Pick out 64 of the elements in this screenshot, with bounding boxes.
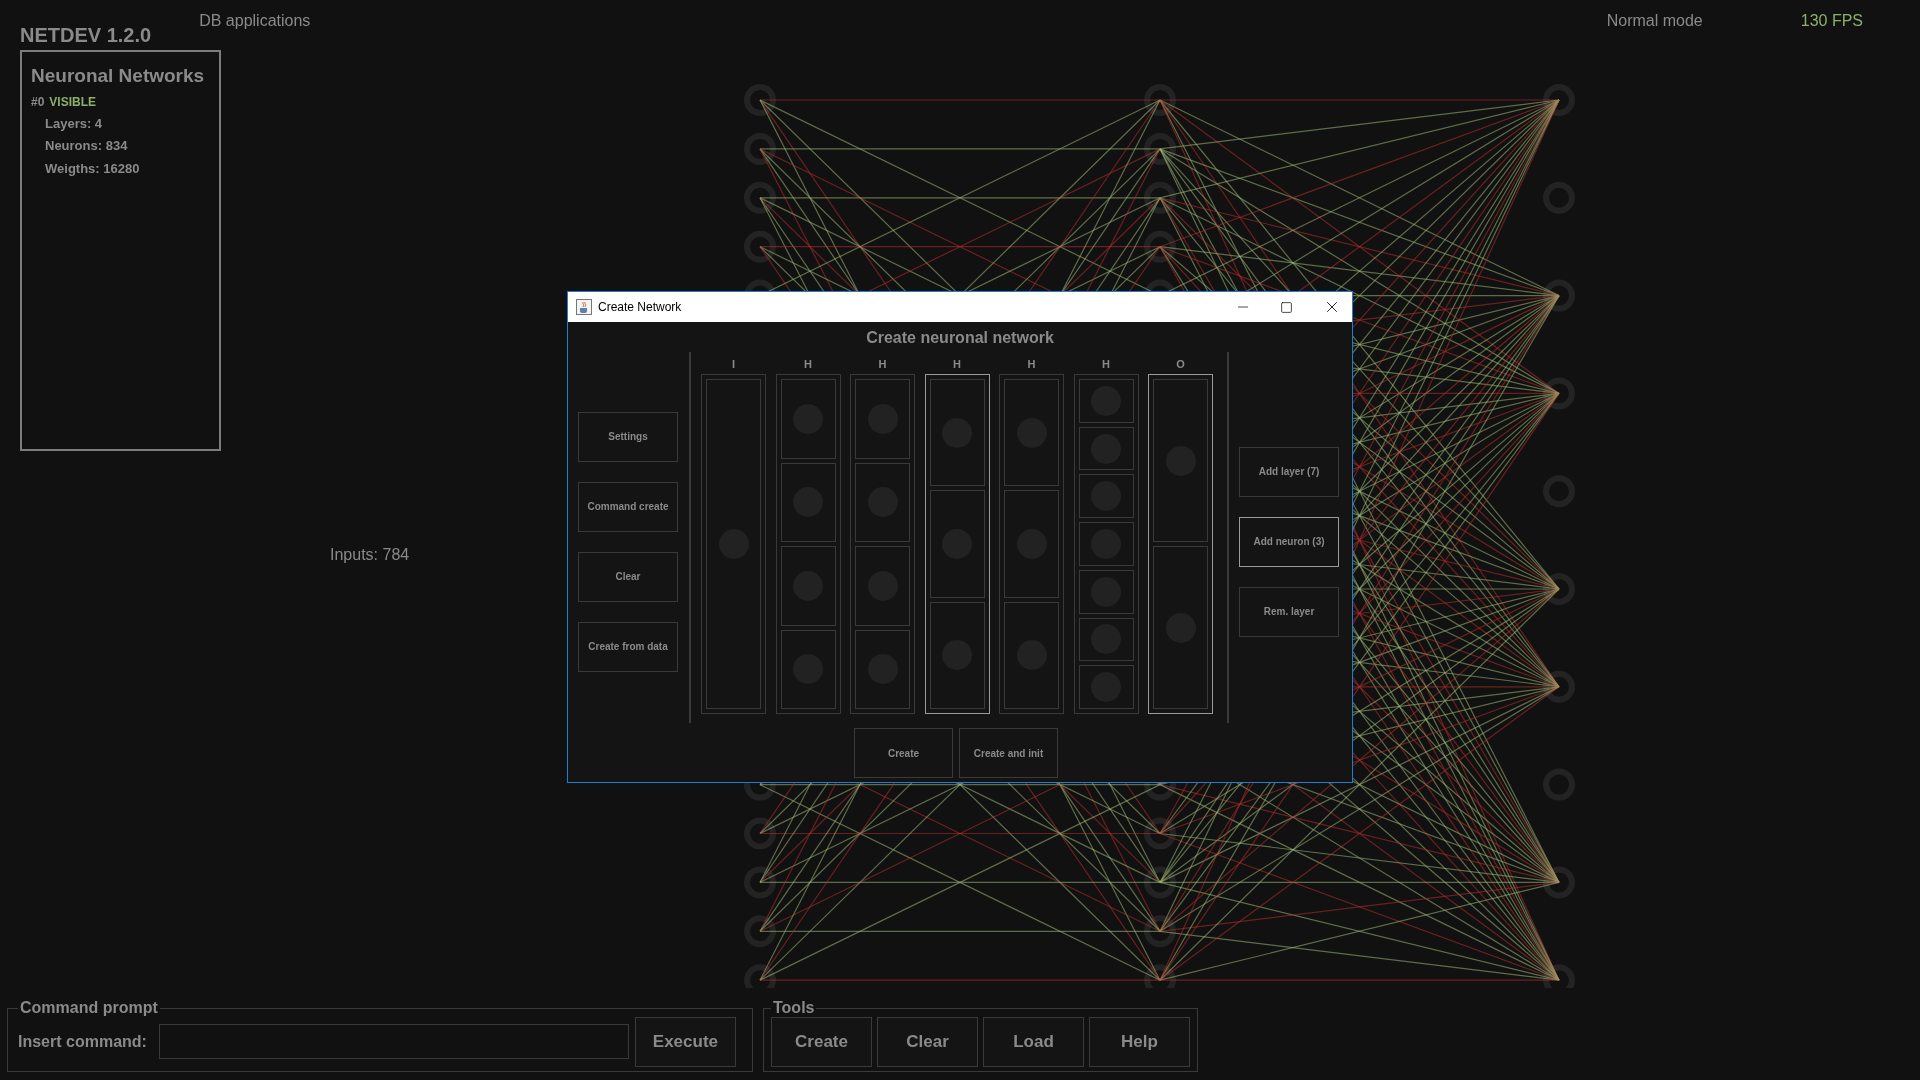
neuron-cell[interactable] <box>1153 546 1208 709</box>
dialog-button[interactable]: Rem. layer <box>1239 586 1339 637</box>
layer-column[interactable] <box>924 374 990 714</box>
neuron-cell[interactable] <box>1004 490 1059 598</box>
panel-title: Neuronal Networks <box>31 64 206 88</box>
dialog-button[interactable]: Create and init <box>959 728 1058 778</box>
neuron-cell[interactable] <box>929 601 985 709</box>
neuron-cell[interactable] <box>1078 426 1134 471</box>
dialog-button[interactable]: Settings <box>578 411 678 462</box>
layer-label: H <box>1027 357 1036 372</box>
menu-link[interactable]: DB applications <box>199 9 311 33</box>
layer-label: H <box>1102 357 1110 372</box>
layer-label: H <box>804 357 812 372</box>
layer-label: O <box>1176 357 1185 372</box>
neuron-cell[interactable] <box>855 379 910 459</box>
mode-label: Normal mode <box>1606 11 1703 31</box>
neuron-cell[interactable] <box>1078 379 1134 423</box>
tool-button[interactable]: Load <box>983 1016 1084 1067</box>
neuron-cell[interactable] <box>780 379 836 459</box>
tool-button[interactable]: Help <box>1089 1016 1190 1067</box>
neuron-cell[interactable] <box>1078 474 1134 519</box>
neuron-cell[interactable] <box>1078 665 1134 710</box>
neuron-cell[interactable] <box>1078 617 1134 662</box>
network-stat: Layers: 4 <box>45 114 104 133</box>
neuron-cell[interactable] <box>780 546 836 626</box>
neuron-cell[interactable] <box>780 629 836 709</box>
dialog-button[interactable]: Add neuron (3) <box>1239 516 1339 567</box>
dialog-button[interactable]: Create from data <box>578 621 678 672</box>
inputs-label: Inputs: 784 <box>330 545 410 565</box>
dialog-heading: Create neuronal network <box>866 328 1054 348</box>
tool-button[interactable]: Clear <box>877 1016 978 1067</box>
neuron-cell[interactable] <box>855 629 910 709</box>
dialog-button[interactable]: Command create <box>578 481 678 532</box>
neuron-cell[interactable] <box>929 490 985 598</box>
network-index: #0 <box>31 93 45 111</box>
network-stat: Weigths: 16280 <box>45 159 141 178</box>
cup-icon <box>576 299 592 315</box>
neuron-cell[interactable] <box>1004 601 1059 709</box>
app-title: NETDEV 1.2.0 <box>20 23 152 48</box>
neuron-cell[interactable] <box>855 462 910 542</box>
layer-label: H <box>878 357 887 372</box>
dialog-button[interactable]: Add layer (7) <box>1239 446 1339 497</box>
dialog-button[interactable]: Clear <box>578 551 678 602</box>
tool-button[interactable]: Create <box>771 1016 872 1067</box>
maximize-icon[interactable] <box>1280 300 1293 314</box>
neuron-cell[interactable] <box>929 379 985 487</box>
neuron-cell[interactable] <box>1004 379 1059 487</box>
panel-legend: Command prompt <box>18 996 160 1020</box>
dialog-title: Create Network <box>598 299 682 316</box>
fps-counter: 130 FPS <box>1800 11 1863 31</box>
command-input[interactable] <box>158 1024 629 1059</box>
neuron-cell[interactable] <box>1078 522 1134 566</box>
network-status: VISIBLE <box>49 93 97 111</box>
layer-label: H <box>953 357 961 372</box>
dialog-button[interactable]: Create <box>854 728 953 778</box>
execute-button[interactable]: Execute <box>634 1016 736 1067</box>
layer-label: I <box>731 357 736 372</box>
neuron-cell[interactable] <box>1078 569 1134 614</box>
neuron-cell[interactable] <box>1153 379 1208 542</box>
layer-column[interactable] <box>1148 374 1213 714</box>
neuron-cell[interactable] <box>780 462 836 542</box>
network-stat: Neurons: 834 <box>45 137 129 155</box>
neuron-cell[interactable] <box>855 546 910 626</box>
command-label: Insert command: <box>18 1031 147 1052</box>
